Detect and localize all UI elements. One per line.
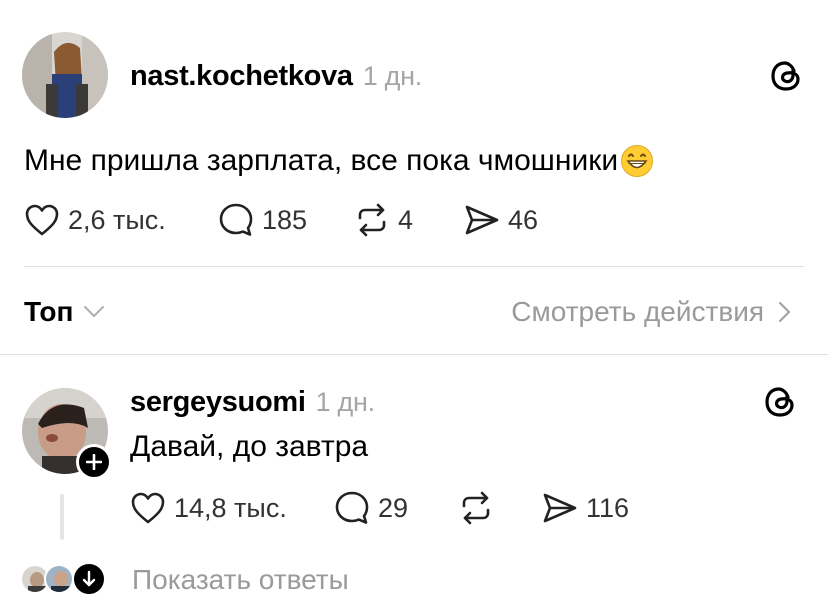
chevron-down-icon	[84, 306, 105, 317]
paper-plane-icon	[465, 205, 499, 235]
post-divider	[24, 266, 804, 267]
repost-icon	[462, 491, 490, 525]
reply-text: Давай, до завтра	[130, 430, 369, 463]
thread-connector-line	[60, 494, 64, 540]
view-activity-link[interactable]: Смотреть действия	[511, 294, 792, 330]
thread-view: nast.kochetkova 1 дн. Мне пришла зарплата…	[0, 0, 828, 612]
speech-bubble-icon	[335, 491, 369, 524]
repost-icon	[358, 203, 386, 237]
post-text-row: Мне пришла зарплата, все пока чмошники	[24, 143, 654, 179]
post-repost-count: 4	[398, 204, 414, 235]
speech-bubble-icon	[219, 203, 253, 236]
plus-icon	[86, 454, 102, 470]
reply-like-button[interactable]: 14,8 тыс.	[130, 490, 287, 526]
post-reply-button[interactable]: 185	[218, 202, 307, 238]
section-divider	[0, 354, 828, 355]
reply-repost-button[interactable]	[458, 490, 494, 526]
post-like-button[interactable]: 2,6 тыс.	[24, 202, 166, 238]
reply-reply-button[interactable]: 29	[334, 490, 408, 526]
replier-avatar	[44, 564, 74, 594]
post-repost-button[interactable]: 4	[354, 202, 413, 238]
post-author-avatar[interactable]	[22, 32, 108, 118]
heart-icon	[25, 204, 59, 236]
view-activity-label: Смотреть действия	[511, 296, 764, 327]
post-reply-count: 185	[262, 204, 308, 235]
reply-avatars-stack[interactable]	[20, 562, 110, 596]
post-share-count: 46	[508, 204, 539, 235]
show-replies-link[interactable]: Показать ответы	[132, 564, 349, 596]
reply-timestamp: 1 дн.	[315, 387, 375, 417]
reply-reply-count: 29	[378, 492, 409, 523]
grinning-face-emoji-icon	[620, 144, 654, 178]
reply-share-count: 116	[586, 492, 630, 523]
post-text: Мне пришла зарплата, все пока чмошники	[24, 144, 619, 177]
arrow-down-icon	[72, 562, 106, 596]
heart-icon	[131, 492, 165, 524]
sort-dropdown[interactable]: Топ	[24, 294, 105, 330]
post-author-username[interactable]: nast.kochetkova	[130, 60, 353, 92]
sort-label: Топ	[24, 296, 74, 327]
reply-author-username[interactable]: sergeysuomi	[130, 386, 306, 418]
reply-like-count: 14,8 тыс.	[174, 492, 287, 523]
threads-logo-icon[interactable]	[768, 58, 804, 94]
post-share-button[interactable]: 46	[464, 202, 538, 238]
chevron-right-icon	[779, 302, 790, 322]
reply-author-username-row: sergeysuomi 1 дн.	[130, 386, 375, 419]
follow-button[interactable]	[76, 444, 112, 480]
post-author-username-row: nast.kochetkova 1 дн.	[130, 60, 422, 93]
post-timestamp: 1 дн.	[362, 61, 422, 91]
paper-plane-icon	[543, 493, 577, 523]
post-like-count: 2,6 тыс.	[68, 204, 166, 235]
reply-share-button[interactable]: 116	[542, 490, 629, 526]
threads-logo-icon[interactable]	[762, 384, 798, 420]
